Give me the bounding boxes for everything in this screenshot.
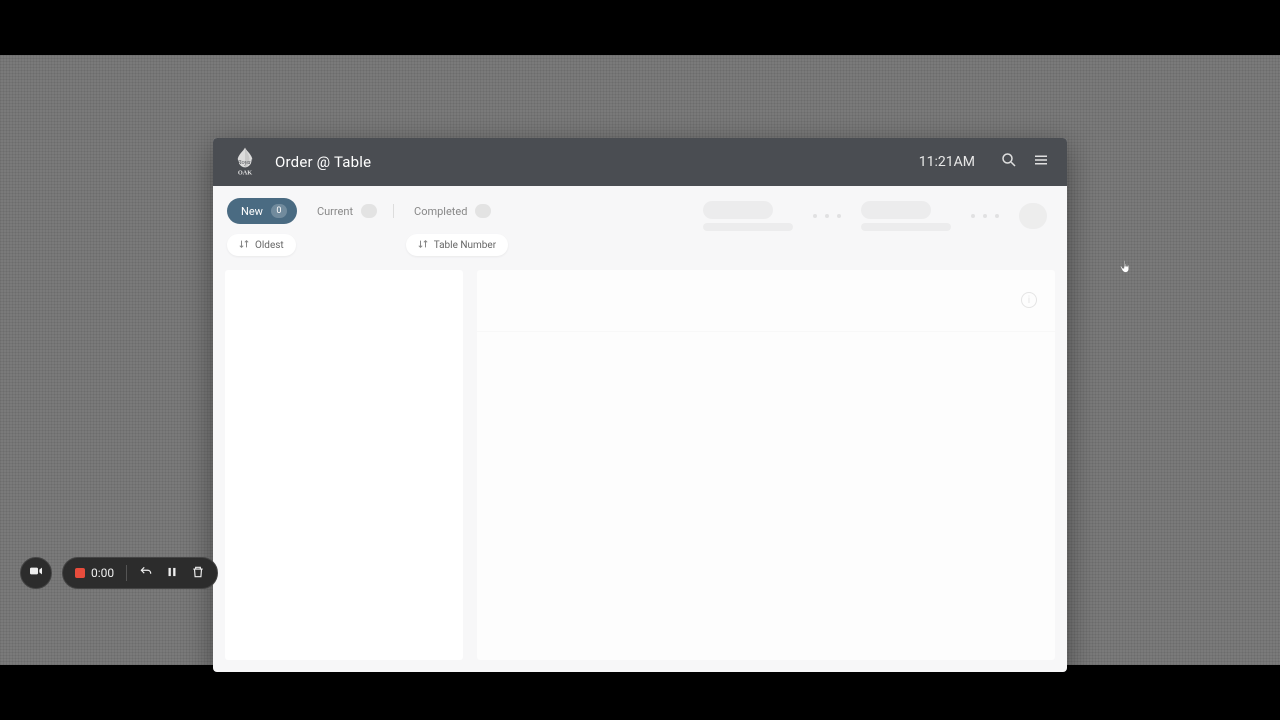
sort-icon bbox=[418, 239, 428, 252]
tab-label: Current bbox=[317, 205, 353, 218]
recording-indicator: 0:00 bbox=[75, 566, 114, 580]
app-window: Royal OAK Order @ Table 11:21AM bbox=[213, 138, 1067, 672]
tab-count-badge: 0 bbox=[271, 204, 287, 218]
order-list-panel bbox=[225, 270, 463, 660]
search-icon bbox=[1000, 151, 1018, 173]
letterbox-top bbox=[0, 0, 1280, 55]
detail-header-skeleton bbox=[477, 270, 1055, 332]
loading-skeleton-filters bbox=[703, 198, 1047, 234]
record-icon bbox=[75, 568, 85, 578]
app-header: Royal OAK Order @ Table 11:21AM bbox=[213, 138, 1067, 186]
video-camera-icon bbox=[28, 563, 44, 583]
order-detail-panel: i bbox=[477, 270, 1055, 660]
tab-count-badge bbox=[475, 204, 491, 218]
sort-table-number-chip[interactable]: Table Number bbox=[406, 234, 508, 256]
tab-label: Completed bbox=[414, 205, 467, 218]
delete-button[interactable] bbox=[191, 566, 205, 580]
cursor-pointer-icon bbox=[1118, 259, 1134, 275]
info-icon[interactable]: i bbox=[1021, 292, 1037, 308]
pause-icon bbox=[165, 564, 179, 583]
app-title: Order @ Table bbox=[275, 153, 371, 171]
sort-label: Oldest bbox=[255, 240, 284, 251]
tab-label: New bbox=[241, 205, 263, 218]
screen-recorder-toolbar: 0:00 bbox=[20, 557, 218, 589]
hamburger-icon bbox=[1032, 151, 1050, 173]
menu-button[interactable] bbox=[1027, 148, 1055, 176]
content-area: i bbox=[225, 270, 1055, 660]
tab-new[interactable]: New 0 bbox=[227, 198, 297, 224]
tab-current[interactable]: Current bbox=[303, 198, 387, 224]
undo-icon bbox=[139, 564, 153, 583]
brand-logo: Royal OAK bbox=[225, 142, 265, 182]
pause-button[interactable] bbox=[165, 566, 179, 580]
recording-time: 0:00 bbox=[91, 566, 114, 580]
sort-oldest-chip[interactable]: Oldest bbox=[227, 234, 296, 256]
recorder-controls: 0:00 bbox=[62, 557, 218, 589]
tab-separator bbox=[393, 204, 394, 218]
search-button[interactable] bbox=[995, 148, 1023, 176]
trash-icon bbox=[191, 564, 205, 583]
letterbox-bottom bbox=[0, 665, 1280, 720]
sort-controls: Oldest Table Number bbox=[213, 232, 1067, 266]
svg-text:OAK: OAK bbox=[238, 170, 252, 177]
restart-button[interactable] bbox=[139, 566, 153, 580]
svg-text:Royal: Royal bbox=[237, 159, 253, 166]
sort-label: Table Number bbox=[434, 240, 496, 251]
separator bbox=[126, 565, 127, 581]
tab-completed[interactable]: Completed bbox=[400, 198, 501, 224]
clock-time: 11:21AM bbox=[919, 154, 975, 170]
camera-toggle-button[interactable] bbox=[20, 557, 52, 589]
tab-count-badge bbox=[361, 204, 377, 218]
sort-icon bbox=[239, 239, 249, 252]
desktop-background: Royal OAK Order @ Table 11:21AM bbox=[0, 55, 1280, 665]
